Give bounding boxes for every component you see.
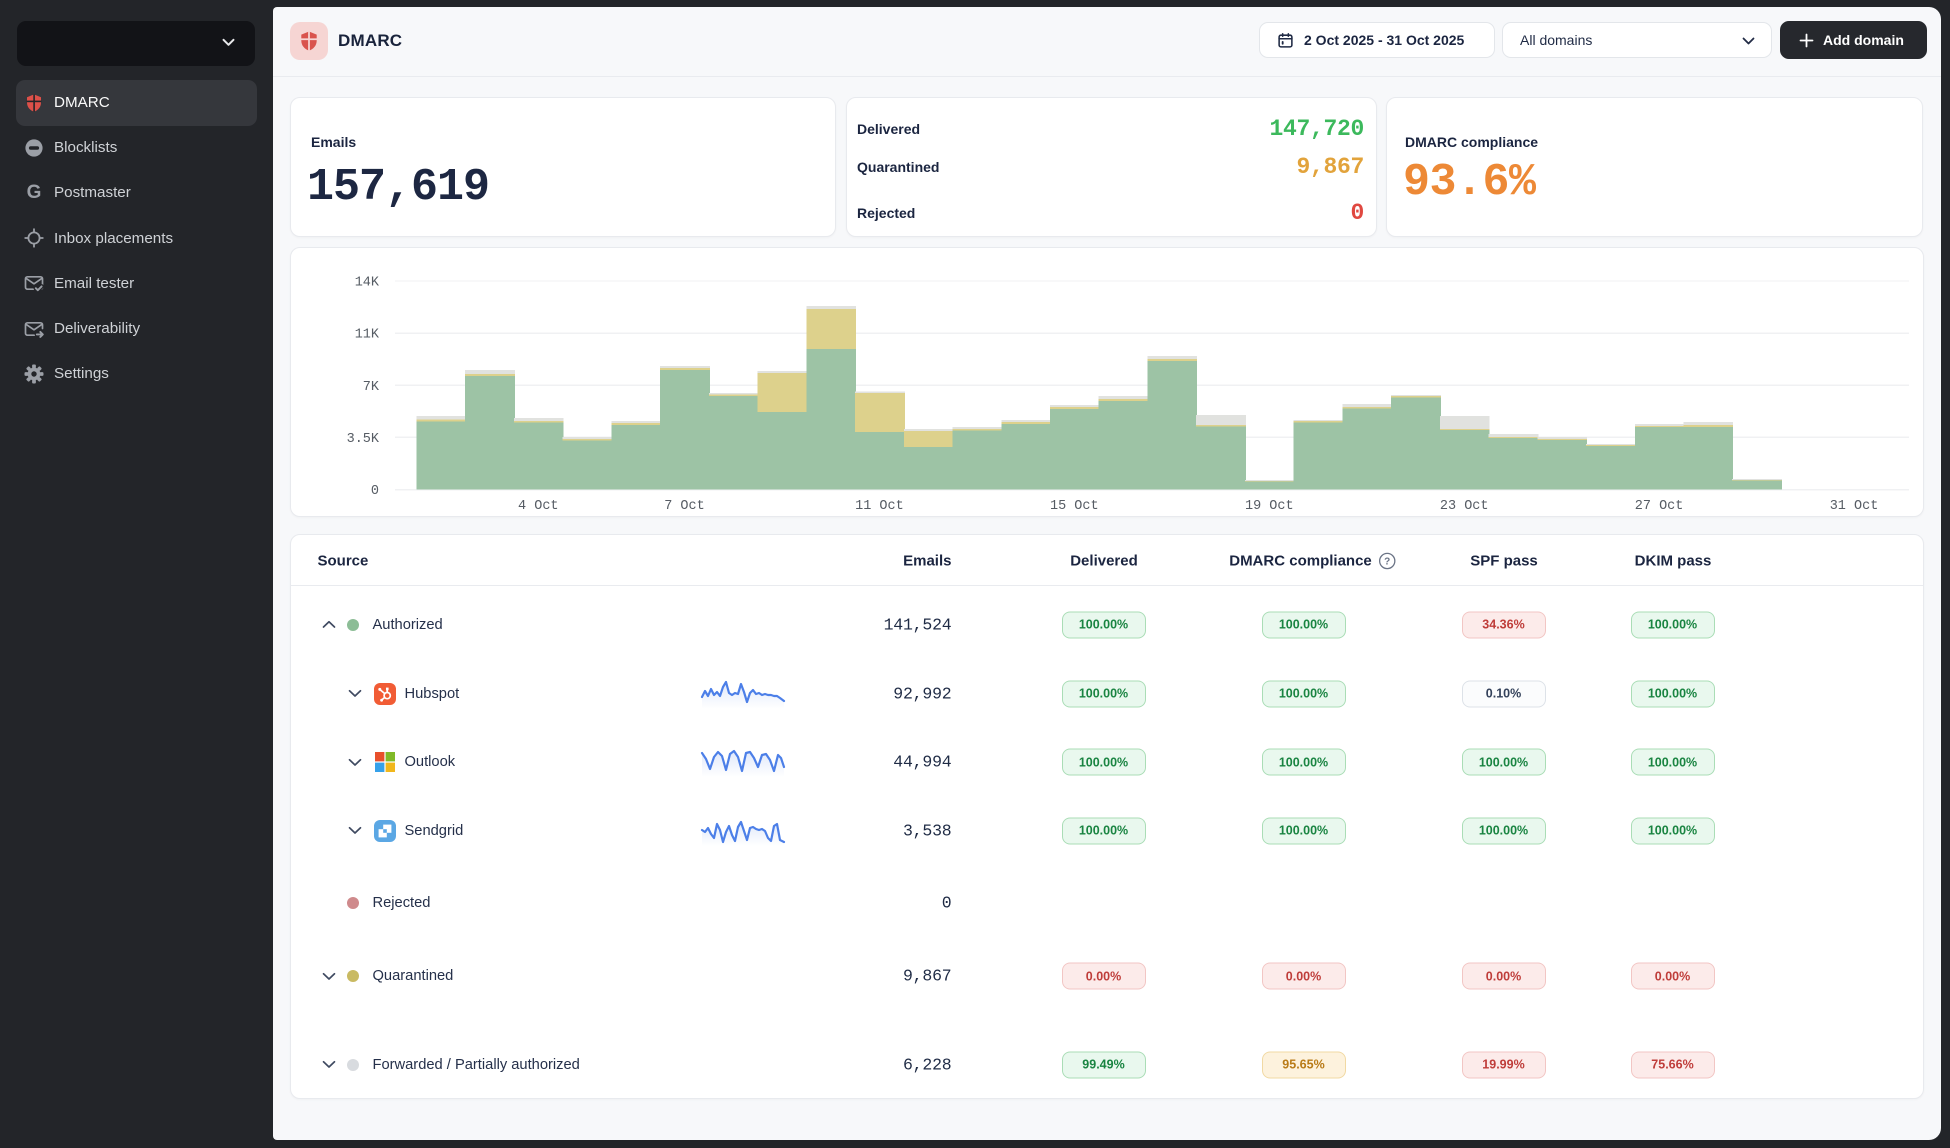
svg-text:0: 0 xyxy=(370,484,378,499)
svg-text:11K: 11K xyxy=(354,328,379,343)
svg-text:?: ? xyxy=(1384,557,1390,568)
svg-text:27 Oct: 27 Oct xyxy=(1634,499,1683,514)
svg-text:3.5K: 3.5K xyxy=(346,432,379,447)
svg-text:4 Oct: 4 Oct xyxy=(518,499,559,514)
svg-text:23 Oct: 23 Oct xyxy=(1439,499,1488,514)
svg-text:11 Oct: 11 Oct xyxy=(855,499,904,514)
svg-text:14K: 14K xyxy=(354,276,379,291)
svg-text:15 Oct: 15 Oct xyxy=(1049,499,1098,514)
svg-text:31 Oct: 31 Oct xyxy=(1829,499,1878,514)
svg-text:19 Oct: 19 Oct xyxy=(1244,499,1293,514)
svg-text:7 Oct: 7 Oct xyxy=(664,499,705,514)
svg-text:7K: 7K xyxy=(362,380,379,395)
